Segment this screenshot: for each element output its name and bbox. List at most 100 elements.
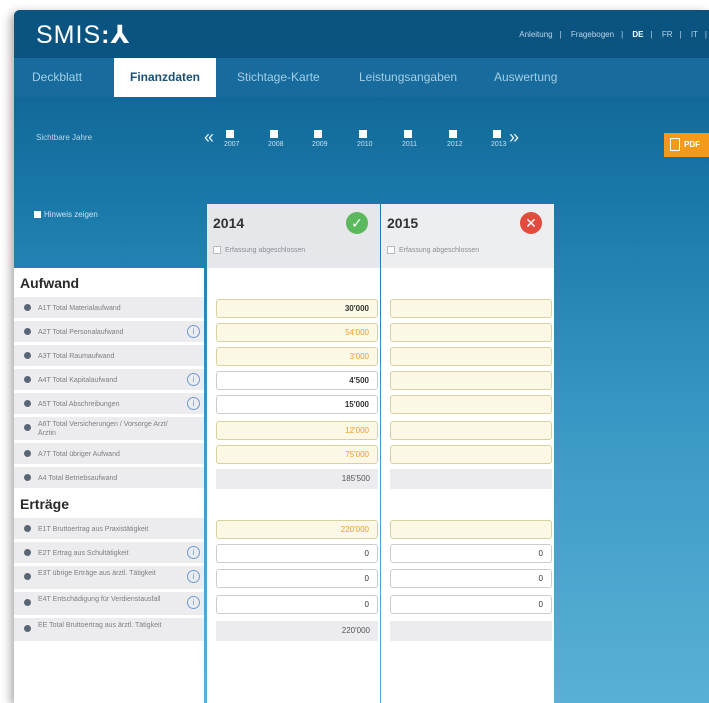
row-label-a3t: A3T Total Raumaufwand: [14, 345, 204, 367]
row-label-a6t: A6T Total Versicherungen / Vorsorge Arzt…: [14, 417, 204, 441]
finance-sheet: Aufwand A1T Total Materialaufwand A2T To…: [14, 204, 556, 703]
row-dot-icon: [24, 525, 31, 532]
input-a4t-2014[interactable]: 4'500: [216, 371, 378, 390]
years-prev-arrow[interactable]: «: [204, 127, 214, 148]
link-fragebogen[interactable]: Fragebogen: [571, 30, 614, 39]
input-a5t-2014[interactable]: 15'000: [216, 395, 378, 414]
lang-de[interactable]: DE: [632, 30, 643, 39]
pdf-export-button[interactable]: PDF: [664, 133, 709, 157]
info-icon[interactable]: i: [187, 397, 200, 410]
total-a4-2014: 185'500: [216, 469, 378, 489]
row-label-a4t: A4T Total Kapitalaufwand i: [14, 369, 204, 391]
row-dot-icon: [24, 625, 31, 632]
checkbox-icon: [449, 130, 457, 138]
section-title-ertraege: Erträge: [20, 496, 70, 512]
tab-stichtage-karte[interactable]: Stichtage-Karte: [237, 58, 320, 97]
column-header-2014: 2014 ✓ Erfassung abgeschlossen: [207, 204, 380, 268]
input-a7t-2015[interactable]: [390, 445, 552, 464]
row-dot-icon: [24, 424, 31, 431]
row-dot-icon: [24, 599, 31, 606]
input-e3t-2015[interactable]: 0: [390, 569, 552, 588]
row-label-a5t: A5T Total Abschreibungen i: [14, 393, 204, 415]
row-label-a1t: A1T Total Materialaufwand: [14, 297, 204, 319]
input-a5t-2015[interactable]: [390, 395, 552, 414]
tab-auswertung[interactable]: Auswertung: [494, 58, 557, 97]
row-dot-icon: [24, 304, 31, 311]
tab-bar: Deckblatt Finanzdaten Stichtage-Karte Le…: [14, 58, 709, 97]
input-a1t-2015[interactable]: [390, 299, 552, 318]
input-a3t-2014[interactable]: 3'000: [216, 347, 378, 366]
info-icon[interactable]: i: [187, 546, 200, 559]
row-labels-column: Aufwand A1T Total Materialaufwand A2T To…: [14, 268, 204, 703]
input-a4t-2015[interactable]: [390, 371, 552, 390]
checkbox-icon: [404, 130, 412, 138]
input-a2t-2014[interactable]: 54'000: [216, 323, 378, 342]
input-a6t-2015[interactable]: [390, 421, 552, 440]
info-icon[interactable]: i: [187, 596, 200, 609]
checkbox-icon: [226, 130, 234, 138]
years-next-arrow[interactable]: »: [509, 127, 519, 148]
input-a1t-2014[interactable]: 30'000: [216, 299, 378, 318]
checkbox-icon: [493, 130, 501, 138]
input-e1t-2015[interactable]: [390, 520, 552, 539]
checkbox-icon: [387, 246, 395, 254]
input-e4t-2014[interactable]: 0: [216, 595, 378, 614]
checkbox-icon: [359, 130, 367, 138]
top-links: Anleitung | Fragebogen | DE | FR | IT |: [519, 30, 707, 39]
total-ee-2015: [390, 621, 552, 641]
column-year: 2015: [387, 215, 419, 231]
input-a7t-2014[interactable]: 75'000: [216, 445, 378, 464]
logo-mark-icon: :⅄: [101, 21, 131, 49]
logo: SMIS:⅄: [36, 20, 130, 50]
row-dot-icon: [24, 573, 31, 580]
input-e1t-2014[interactable]: 220'000: [216, 520, 378, 539]
info-icon[interactable]: i: [187, 570, 200, 583]
tab-leistungsangaben[interactable]: Leistungsangaben: [359, 58, 457, 97]
link-anleitung[interactable]: Anleitung: [519, 30, 552, 39]
pdf-file-icon: [670, 138, 680, 152]
error-icon: ✕: [520, 212, 542, 234]
year-column-2014: 2014 ✓ Erfassung abgeschlossen 30'000 54…: [207, 204, 380, 703]
checkbox-icon: [314, 130, 322, 138]
column-year: 2014: [213, 215, 245, 231]
input-e2t-2015[interactable]: 0: [390, 544, 552, 563]
logo-text: SMIS: [36, 21, 102, 49]
closed-checkbox[interactable]: Erfassung abgeschlossen: [387, 246, 479, 254]
lang-it[interactable]: IT: [691, 30, 698, 39]
check-icon: ✓: [346, 212, 368, 234]
row-dot-icon: [24, 328, 31, 335]
info-icon[interactable]: i: [187, 373, 200, 386]
top-bar: SMIS:⅄ Anleitung | Fragebogen | DE | FR | IT…: [14, 10, 709, 58]
input-a3t-2015[interactable]: [390, 347, 552, 366]
row-dot-icon: [24, 376, 31, 383]
column-header-2015: 2015 ✕ Erfassung abgeschlossen: [381, 204, 554, 268]
row-label-e1t: E1T Bruttoertrag aus Praxistätigkeit: [14, 518, 204, 540]
row-dot-icon: [24, 450, 31, 457]
pdf-button-label: PDF: [684, 140, 700, 149]
input-e4t-2015[interactable]: 0: [390, 595, 552, 614]
lang-fr[interactable]: FR: [662, 30, 673, 39]
row-label-ee-total: EE Total Bruttoertrag aus ärztl. Tätigke…: [14, 618, 204, 642]
visible-years-label: Sichtbare Jahre: [36, 133, 93, 142]
section-title-aufwand: Aufwand: [20, 275, 80, 291]
year-column-2015: 2015 ✕ Erfassung abgeschlossen 0 0 0: [381, 204, 554, 703]
input-a6t-2014[interactable]: 12'000: [216, 421, 378, 440]
row-label-e4t: E4T Entschädigung für Verdienstausfall i: [14, 592, 204, 616]
checkbox-icon: [213, 246, 221, 254]
app-window: SMIS:⅄ Anleitung | Fragebogen | DE | FR | IT…: [14, 10, 709, 703]
row-dot-icon: [24, 400, 31, 407]
row-label-a4-total: A4 Total Betriebsaufwand: [14, 467, 204, 489]
closed-checkbox[interactable]: Erfassung abgeschlossen: [213, 246, 305, 254]
row-dot-icon: [24, 352, 31, 359]
input-a2t-2015[interactable]: [390, 323, 552, 342]
row-label-a2t: A2T Total Personalaufwand i: [14, 321, 204, 343]
input-e3t-2014[interactable]: 0: [216, 569, 378, 588]
checkbox-icon: [270, 130, 278, 138]
tab-deckblatt[interactable]: Deckblatt: [32, 58, 82, 97]
row-label-e3t: E3T übrige Erträge aus ärztl. Tätigkeit i: [14, 566, 204, 590]
row-dot-icon: [24, 474, 31, 481]
row-label-e2t: E2T Ertrag aus Schultätigkeit i: [14, 542, 204, 564]
info-icon[interactable]: i: [187, 325, 200, 338]
input-e2t-2014[interactable]: 0: [216, 544, 378, 563]
tab-finanzdaten[interactable]: Finanzdaten: [114, 58, 216, 97]
